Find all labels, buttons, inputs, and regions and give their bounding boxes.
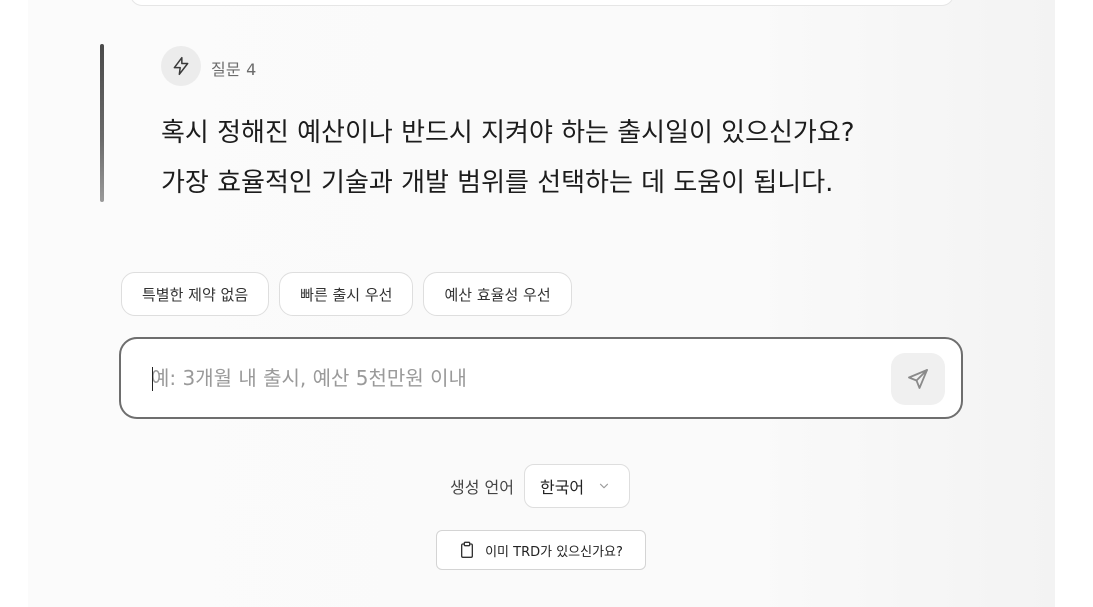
chip-fast-release[interactable]: 빠른 출시 우선 (279, 272, 414, 316)
existing-trd-button[interactable]: 이미 TRD가 있으신가요? (436, 530, 646, 570)
question-number-label: 질문 4 (211, 60, 257, 79)
language-row: 생성 언어 한국어 (450, 464, 630, 508)
answer-input-box (119, 337, 963, 419)
question-accent-bar (100, 44, 104, 202)
lightning-icon (161, 46, 201, 86)
existing-trd-label: 이미 TRD가 있으신가요? (485, 544, 623, 560)
language-label: 생성 언어 (450, 478, 514, 497)
previous-card-edge (130, 0, 954, 6)
text-caret (152, 367, 153, 391)
chip-budget-efficiency[interactable]: 예산 효율성 우선 (423, 272, 572, 316)
question-line-1: 혹시 정해진 예산이나 반드시 지켜야 하는 출시일이 있으신가요? (161, 118, 855, 148)
language-select[interactable]: 한국어 (523, 464, 630, 508)
question-block: 질문 4 혹시 정해진 예산이나 반드시 지켜야 하는 출시일이 있으신가요? … (100, 44, 960, 204)
send-icon (908, 369, 928, 389)
question-text: 혹시 정해진 예산이나 반드시 지켜야 하는 출시일이 있으신가요? 가장 효율… (161, 108, 855, 208)
answer-input[interactable] (151, 361, 851, 395)
chip-no-constraints[interactable]: 특별한 제약 없음 (121, 272, 270, 316)
question-line-2: 가장 효율적인 기술과 개발 범위를 선택하는 데 도움이 됩니다. (161, 168, 834, 198)
send-button[interactable] (891, 353, 945, 405)
chevron-down-icon (599, 483, 609, 489)
right-margin (1055, 0, 1093, 607)
clipboard-icon (461, 541, 474, 559)
language-selected-value: 한국어 (539, 478, 585, 497)
suggestion-chips: 특별한 제약 없음 빠른 출시 우선 예산 효율성 우선 (121, 272, 572, 316)
